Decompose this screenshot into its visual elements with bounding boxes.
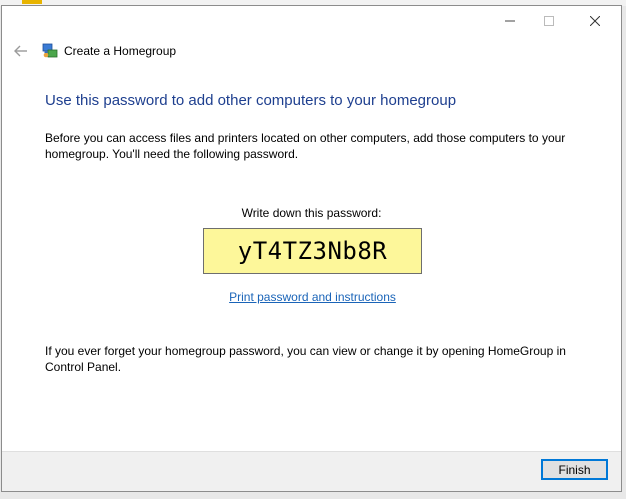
navigation-bar: Create a Homegroup (2, 36, 621, 66)
warning-icon (22, 0, 42, 4)
password-label: Write down this password: (241, 206, 382, 220)
print-password-link[interactable]: Print password and instructions (202, 290, 423, 304)
maximize-icon (544, 16, 554, 26)
title-bar (2, 6, 621, 36)
close-button[interactable] (572, 6, 618, 36)
main-heading: Use this password to add other computers… (45, 92, 457, 109)
finish-button[interactable]: Finish (541, 459, 608, 480)
intro-text: Before you can access files and printers… (45, 131, 566, 161)
button-bar: Finish (2, 451, 621, 491)
forget-password-note: If you ever forget your homegroup passwo… (45, 344, 566, 374)
close-icon (590, 16, 600, 26)
password-display[interactable]: yT4TZ3Nb8R (203, 228, 422, 274)
homegroup-icon (42, 43, 58, 58)
maximize-button[interactable] (526, 6, 572, 36)
back-button[interactable] (12, 42, 30, 60)
arrow-left-icon (14, 45, 27, 57)
minimize-icon (505, 20, 515, 22)
page-title: Create a Homegroup (64, 44, 177, 58)
homegroup-dialog: Create a Homegroup Use this password to … (1, 5, 622, 492)
